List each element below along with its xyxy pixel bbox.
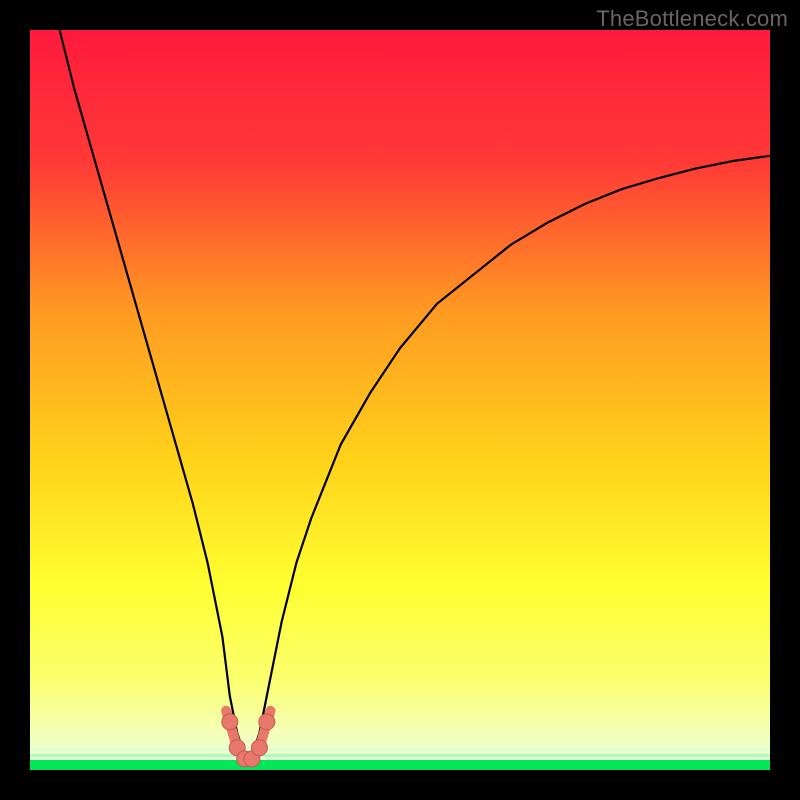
minimum-marker-dot [259, 714, 275, 730]
chart-stage: TheBottleneck.com [0, 0, 800, 800]
green-band-1 [30, 754, 770, 757]
green-band-2 [30, 748, 770, 751]
plot-background [30, 30, 770, 770]
bottleneck-chart [0, 0, 800, 800]
minimum-marker-dot [222, 714, 238, 730]
green-baseline-strip [30, 760, 770, 770]
minimum-marker-dot [251, 740, 267, 756]
watermark-text: TheBottleneck.com [596, 6, 788, 32]
